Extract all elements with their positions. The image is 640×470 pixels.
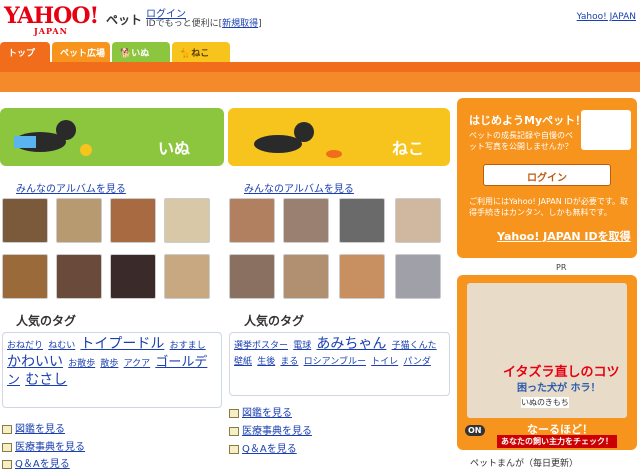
tab-pet-hiroba[interactable]: ペット広場 (52, 42, 110, 62)
ad-caption: 困った犬が ホラ！ (517, 383, 601, 394)
tag-link[interactable]: まる (280, 357, 298, 367)
header-band-top (0, 62, 640, 72)
inu-tag-title: 人気のタグ (16, 314, 77, 328)
inu-tag-cloud: おねだり ねむい トイプードル おすまし かわいい お散歩 散歩 アクア ゴール… (2, 332, 222, 408)
neko-tag-title: 人気のタグ (244, 314, 305, 328)
inu-zukan-link[interactable]: 図鑑を見る (2, 420, 65, 435)
signup-link[interactable]: 新規取得 (222, 19, 258, 29)
book-icon (2, 424, 12, 434)
service-name: ペット (106, 13, 143, 27)
tag-link[interactable]: むさし (25, 372, 67, 388)
tag-link[interactable]: 電球 (293, 341, 311, 351)
yahoo-japan-link[interactable]: Yahoo! JAPAN (577, 12, 636, 22)
cat-photo[interactable] (339, 198, 385, 243)
tab-neko[interactable]: 🐈ねこ (172, 42, 230, 62)
yahoo-logo[interactable]: YAHOO! JAPAN (4, 5, 99, 35)
tag-link[interactable]: 壁紙 (234, 357, 252, 367)
tag-link[interactable]: 生後 (257, 357, 275, 367)
dog-icon: 🐕 (120, 49, 132, 59)
ad-on-badge: ON (465, 425, 485, 436)
dog-photo[interactable] (56, 254, 102, 299)
tab-bar: トップ ペット広場 🐕いぬ 🐈ねこ (0, 42, 640, 62)
ad-headline: イタズラ直しのコツ (503, 365, 620, 380)
dog-photo[interactable] (2, 198, 48, 243)
promo-note: ご利用にはYahoo! JAPAN IDが必要です。取得手続きはカンタン、しかも… (469, 197, 629, 217)
inu-album-link[interactable]: みんなのアルバムを見る (16, 180, 126, 195)
cat-photo[interactable] (229, 198, 275, 243)
book-icon (2, 459, 12, 469)
book-icon (2, 442, 12, 452)
promo-title: はじめようMyペット！ (469, 114, 587, 127)
dog-photo[interactable] (164, 198, 210, 243)
mypet-promo: はじめようMyペット！ ペットの成長記録や自慢のペット写真を公開しませんか？ ロ… (457, 98, 637, 258)
inu-qa-link[interactable]: Q＆Aを見る (2, 455, 70, 470)
cat-photo[interactable] (395, 254, 441, 299)
cat-photo[interactable] (283, 254, 329, 299)
dog-photo[interactable] (110, 198, 156, 243)
cat-photo[interactable] (283, 198, 329, 243)
tab-inu[interactable]: 🐕いぬ (112, 42, 170, 62)
dog-illustration (14, 120, 92, 156)
inu-header[interactable]: いぬ (0, 108, 224, 166)
cat-photo[interactable] (395, 198, 441, 243)
book-icon (229, 408, 239, 418)
tag-link[interactable]: あみちゃん (316, 336, 386, 352)
pet-photo (581, 110, 631, 150)
neko-tag-cloud: 選挙ポスター 電球 あみちゃん 子猫くんた 壁紙 生後 まる ロシアンブルー ト… (229, 332, 450, 396)
neko-album-link[interactable]: みんなのアルバムを見る (244, 180, 354, 195)
inu-iryo-link[interactable]: 医療事典を見る (2, 438, 85, 453)
cat-photo[interactable] (229, 254, 275, 299)
tag-link[interactable]: 子猫くんた (392, 341, 437, 351)
cat-illustration (254, 122, 342, 158)
book-icon (229, 426, 239, 436)
tag-link[interactable]: おすまし (170, 341, 206, 351)
neko-qa-link[interactable]: Q＆Aを見る (229, 440, 297, 455)
tag-link[interactable]: ロシアンブルー (304, 357, 366, 367)
tag-link[interactable]: お散歩 (68, 359, 95, 369)
tag-link[interactable]: パンダ (403, 357, 430, 367)
dog-photo[interactable] (56, 198, 102, 243)
dog-photo[interactable] (2, 254, 48, 299)
ad-book-title: いぬのきもち (521, 397, 569, 408)
ad-banner[interactable]: イタズラ直しのコツ 困った犬が ホラ！ いぬのきもち ON なーるほど！ あなた… (457, 275, 637, 450)
tag-link[interactable]: トイレ (371, 357, 398, 367)
dog-photo[interactable] (164, 254, 210, 299)
promo-login-button[interactable]: ログイン (483, 164, 611, 186)
tag-link[interactable]: アクア (124, 359, 151, 369)
tag-link[interactable]: 選挙ポスター (234, 341, 288, 351)
tag-link[interactable]: トイプードル (80, 336, 164, 352)
pr-label: PR (556, 263, 567, 272)
tag-link[interactable]: 散歩 (100, 359, 118, 369)
neko-iryo-link[interactable]: 医療事典を見る (229, 422, 312, 437)
neko-zukan-link[interactable]: 図鑑を見る (229, 404, 292, 419)
tag-link[interactable]: ねむい (48, 341, 75, 351)
ad-cta-sub: あなたの飼い主力をチェック！ (497, 435, 617, 448)
manga-heading[interactable]: ペットまんが（毎日更新） (470, 456, 578, 469)
tab-top[interactable]: トップ (0, 42, 50, 62)
cat-photo[interactable] (339, 254, 385, 299)
tag-link[interactable]: かわいい (7, 354, 63, 370)
cat-icon: 🐈 (180, 49, 192, 59)
tag-link[interactable]: おねだり (7, 341, 43, 351)
signup-prompt: IDでもっと便利に[新規取得] (146, 19, 262, 29)
dog-photo[interactable] (110, 254, 156, 299)
book-icon (229, 444, 239, 454)
get-id-link[interactable]: Yahoo! JAPAN IDを取得 (497, 228, 631, 244)
promo-desc: ペットの成長記録や自慢のペット写真を公開しませんか？ (469, 131, 573, 151)
neko-header[interactable]: ねこ (228, 108, 450, 166)
